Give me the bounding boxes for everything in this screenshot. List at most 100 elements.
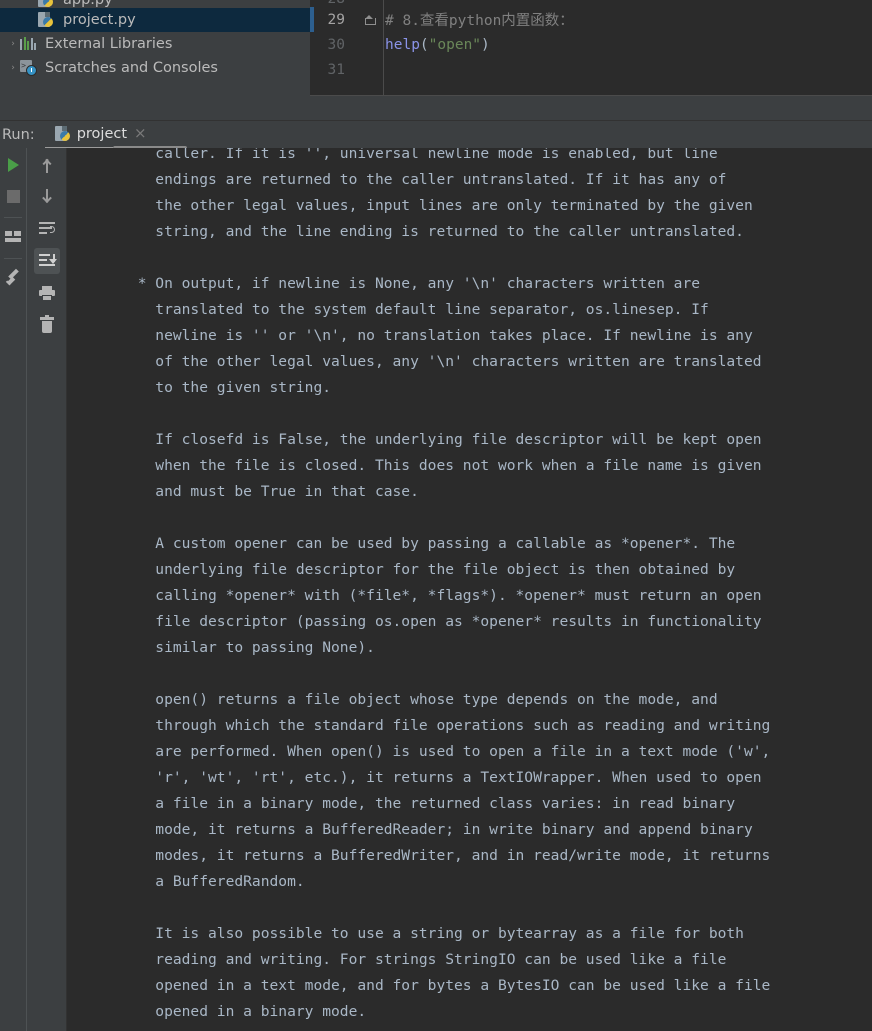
tree-item-icon [38,0,58,8]
editor-empty-area [310,95,872,120]
run-toolbar-left [0,148,26,1031]
toolbar-divider [4,217,22,218]
tree-item-external-libraries[interactable]: › External Libraries [0,32,310,56]
console-line: opened in a binary mode. [85,1003,367,1020]
console-line: caller. If it is '', universal newline m… [85,148,718,162]
tree-item-label: app.py [63,0,113,8]
code-token-comment: # 8.查看python内置函数： [385,13,574,29]
pin-tab-button[interactable] [1,266,25,290]
editor-bottom-divider [310,95,872,96]
editor-line-text: help("open") [383,37,490,53]
arrow-down-icon [40,189,53,205]
console-line: similar to passing None). [85,639,375,656]
fold-gutter[interactable] [355,14,383,25]
console-line: It is also possible to use a string or b… [85,925,744,942]
console-line: modes, it returns a BufferedWriter, and … [85,847,771,864]
console-line: the other legal values, input lines are … [85,197,753,214]
tree-item-icon [20,36,40,52]
editor-line-30[interactable]: 30 help("open") [310,32,872,57]
ide-top-area: app.py project.py › External Libraries › >_ Sc… [0,0,872,120]
run-tool-window-body: caller. If it is '', universal newline m… [0,148,872,1031]
console-line: through which the standard file operatio… [85,717,771,734]
console-output[interactable]: caller. If it is '', universal newline m… [66,148,872,1031]
editor-line-31[interactable]: 31 [310,57,872,82]
line-number: 30 [327,36,345,53]
layout-settings-button[interactable] [1,225,25,249]
close-icon[interactable]: × [134,126,147,141]
code-token-func: help [385,36,420,53]
layout-icon [5,231,21,243]
tree-item-icon: >_ [20,60,40,76]
tree-item-label: External Libraries [45,36,173,52]
run-tab-project[interactable]: project × [44,121,155,149]
run-tool-window-header: Run: project × [0,120,872,150]
soft-wrap-button[interactable] [34,216,60,242]
chevron-right-icon[interactable]: › [6,63,20,73]
arrow-up-icon [40,157,53,173]
code-token-paren: ) [481,36,490,53]
code-editor[interactable]: 28 29 # 8.查看python内置函数： 30 help("open") 31 [310,0,872,120]
console-line: endings are returned to the caller untra… [85,171,727,188]
code-token-str: "open" [428,36,482,53]
console-line: underlying file descriptor for the file … [85,561,736,578]
line-number: 31 [327,61,345,78]
console-line: string, and the line ending is returned … [85,223,744,240]
tree-item-icon [38,12,58,28]
console-line: If closefd is False, the underlying file… [85,431,762,448]
console-line: when the file is closed. This does not w… [85,457,762,474]
print-icon [38,285,55,301]
console-line: * On output, if newline is None, any '\n… [85,275,701,292]
console-line: mode, it returns a BufferedReader; in wr… [85,821,753,838]
current-line-marker [310,7,314,32]
line-number: 29 [327,11,345,28]
run-toolbar-console [26,148,66,1031]
console-line: 'r', 'wt', 'rt', etc.), it returns a Tex… [85,769,762,786]
chevron-right-icon[interactable]: › [6,39,20,49]
up-the-stack-trace-button[interactable] [34,152,60,178]
tree-item-scratches-and-consoles[interactable]: › >_ Scratches and Consoles [0,56,310,80]
console-line: A custom opener can be used by passing a… [85,535,736,552]
scroll-to-end-icon [38,254,57,268]
editor-line-text: # 8.查看python内置函数： [383,9,574,30]
console-line: are performed. When open() is used to op… [85,743,771,760]
external-libraries-icon [20,36,36,50]
console-line: a BufferedRandom. [85,873,305,890]
console-line: translated to the system default line se… [85,301,709,318]
console-line: calling *opener* with (*file*, *flags*).… [85,587,762,604]
pin-icon [5,268,21,286]
project-tool-window[interactable]: app.py project.py › External Libraries › >_ Sc… [0,0,310,120]
editor-line-28[interactable]: 28 [310,0,872,7]
tree-item-project-py[interactable]: project.py [0,8,310,32]
editor-line-29[interactable]: 29 # 8.查看python内置函数： [310,7,872,32]
tree-item-app-py[interactable]: app.py [0,0,310,8]
code-token-paren: ( [419,36,429,53]
console-line: of the other legal values, any '\n' char… [85,353,762,370]
console-line: file descriptor (passing os.open as *ope… [85,613,762,630]
fold-region-icon[interactable] [364,14,376,25]
scroll-to-end-button[interactable] [33,248,60,274]
console-line: newline is '' or '\n', no translation ta… [85,327,753,344]
console-line: to the given string. [85,379,332,396]
soft-wrap-icon [38,222,55,236]
run-icon [7,158,19,172]
stop-icon [6,189,20,203]
rerun-button[interactable] [1,153,25,177]
run-tab-label: project [76,125,128,142]
trash-icon [39,315,54,333]
line-number: 28 [310,0,355,7]
run-label: Run: [2,126,35,143]
down-the-stack-trace-button[interactable] [34,184,60,210]
tree-item-label: project.py [63,12,136,28]
clear-all-button[interactable] [34,312,60,338]
run-tool-window: Run: project × caller. If it is '', univ… [0,120,872,1031]
console-line: and must be True in that case. [85,483,419,500]
print-button[interactable] [34,280,60,306]
console-line: a file in a binary mode, the returned cl… [85,795,736,812]
stop-button[interactable] [1,184,25,208]
toolbar-divider [4,258,22,259]
